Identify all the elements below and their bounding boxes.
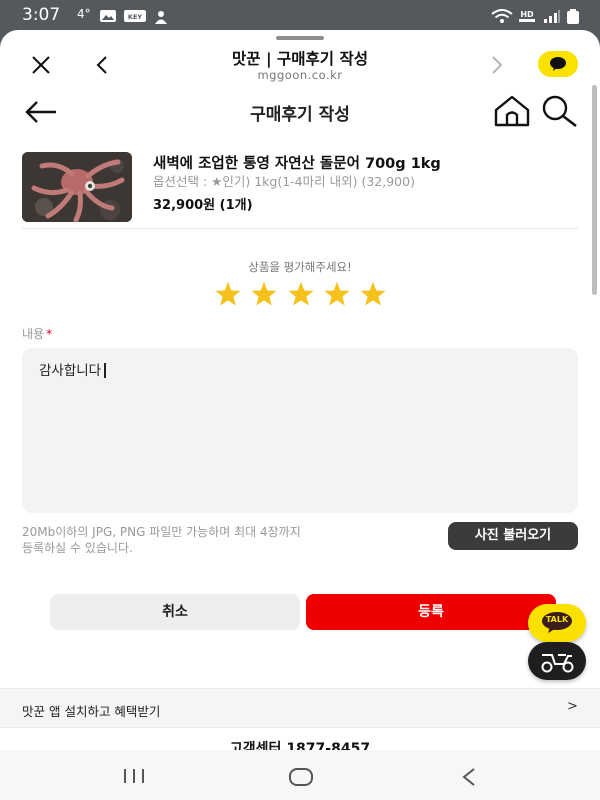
submit-button[interactable]: 등록 <box>306 594 556 630</box>
page-title: 구매후기 작성 <box>250 105 350 125</box>
product-name: 새벽에 조업한 통영 자연산 돌문어 700g 1kg <box>153 156 441 172</box>
recents-icon[interactable] <box>122 768 146 784</box>
back-arrow-icon[interactable] <box>24 100 58 124</box>
review-text: 감사합니다 <box>39 363 102 379</box>
star-icon[interactable] <box>322 281 352 307</box>
upload-note-line1: 20Mb이하의 JPG, PNG 파일만 가능하며 최대 4장까지 <box>22 525 301 539</box>
star-icon[interactable] <box>249 281 279 307</box>
close-icon[interactable] <box>28 52 54 78</box>
gallery-icon <box>100 10 116 22</box>
text-cursor <box>104 363 106 378</box>
key-badge-icon: KEY <box>124 10 146 22</box>
product-price: 32,900원 (1개) <box>153 198 253 213</box>
hd-label: HD <box>520 10 534 19</box>
hd-voice-icon: HD <box>519 10 535 22</box>
upload-note-line2: 등록하실 수 있습니다. <box>22 541 133 555</box>
delivery-scooter-icon <box>541 654 574 673</box>
signal-icon <box>544 10 560 23</box>
cancel-button[interactable]: 취소 <box>50 594 300 630</box>
star-icon[interactable] <box>213 281 243 307</box>
star-rating[interactable] <box>213 281 388 307</box>
nav-home-icon[interactable] <box>288 767 314 787</box>
app-icon <box>155 11 167 24</box>
status-time: 3:07 <box>22 5 61 25</box>
rating-prompt: 상품을 평가해주세요! <box>248 260 352 274</box>
review-textarea[interactable]: 감사합니다 <box>22 348 578 513</box>
search-icon[interactable] <box>538 94 580 128</box>
star-icon[interactable] <box>286 281 316 307</box>
system-nav-bar <box>0 750 600 800</box>
status-temperature: 4° <box>77 7 91 21</box>
drag-handle[interactable] <box>276 36 324 40</box>
review-text-wrapper: 감사합니다 <box>39 359 106 379</box>
divider <box>22 228 578 229</box>
product-option: 옵션선택 : ★인기) 1kg(1-4마리 내외) (32,900) <box>153 174 415 189</box>
chevron-right-icon: > <box>567 699 578 714</box>
browser-sheet: 맛꾼 | 구매후기 작성 mggoon.co.kr 구매후기 작성 새벽에 조업… <box>0 30 600 800</box>
kakao-talk-button[interactable]: TALK <box>528 604 586 642</box>
kakao-chat-button[interactable] <box>538 51 578 77</box>
content-label: 내용 * <box>22 325 52 342</box>
svg-text:KEY: KEY <box>128 13 142 21</box>
content-label-text: 내용 <box>22 327 45 341</box>
required-mark: * <box>46 327 53 341</box>
status-bar: 3:07 4° KEY HD <box>0 0 600 32</box>
nav-back-icon[interactable] <box>461 767 477 787</box>
app-banner-text: 맛꾼 앱 설치하고 혜택받기 <box>22 704 161 719</box>
browser-forward-icon[interactable] <box>487 52 507 78</box>
browser-title: 맛꾼 | 구매후기 작성 <box>232 50 368 68</box>
load-photo-button[interactable]: 사진 불러오기 <box>448 522 578 550</box>
delivery-button[interactable] <box>528 642 586 680</box>
browser-back-icon[interactable] <box>92 52 112 78</box>
product-image <box>22 152 132 222</box>
chat-bubble-icon <box>550 57 566 71</box>
star-icon[interactable] <box>358 281 388 307</box>
wifi-icon <box>491 9 513 23</box>
home-icon[interactable] <box>492 94 532 128</box>
app-install-banner[interactable]: 맛꾼 앱 설치하고 혜택받기 > <box>0 688 600 728</box>
browser-url: mggoon.co.kr <box>257 68 343 82</box>
battery-icon <box>567 9 579 24</box>
talk-label: TALK <box>545 615 569 624</box>
